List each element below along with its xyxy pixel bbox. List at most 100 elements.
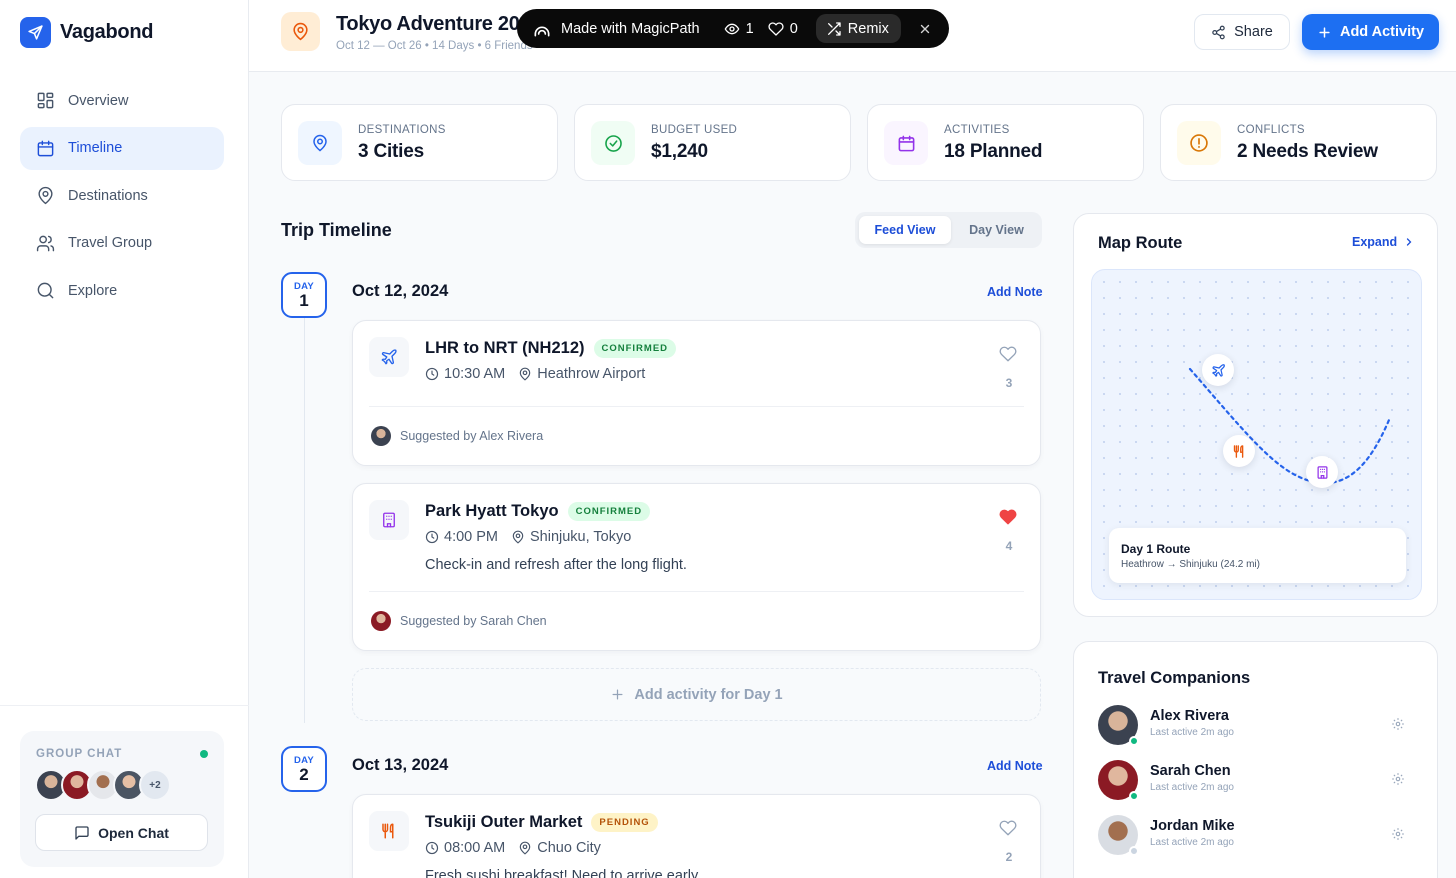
- like-count: 3: [1005, 376, 1013, 390]
- heart-icon: [999, 820, 1017, 836]
- add-activity-day-button[interactable]: Add activity for Day 1: [352, 668, 1041, 721]
- divider: [369, 591, 1024, 592]
- page-title: Tokyo Adventure 2024: [336, 13, 542, 35]
- companion-last-active: Last active 2m ago: [1150, 727, 1234, 738]
- activity-time: 4:00 PM: [444, 529, 498, 545]
- status-badge: CONFIRMED: [567, 502, 651, 521]
- like-count-value: 0: [789, 20, 798, 37]
- like-button[interactable]: [999, 508, 1019, 526]
- companion-name: Jordan Mike: [1150, 818, 1235, 834]
- companion-last-active: Last active 2m ago: [1150, 837, 1234, 848]
- day-badge: DAY 1: [281, 272, 327, 318]
- building-icon[interactable]: [1306, 456, 1338, 488]
- card-title: Map Route: [1098, 234, 1183, 252]
- add-activity-button[interactable]: Add Activity: [1302, 14, 1439, 50]
- chevron-right-icon: [1407, 238, 1412, 246]
- online-indicator: [200, 750, 208, 758]
- gear-icon[interactable]: [1391, 772, 1405, 786]
- grid-icon: [37, 92, 54, 109]
- route-title: Day 1 Route: [1121, 542, 1191, 556]
- tab-feed-view[interactable]: Feed View: [859, 216, 951, 244]
- expand-button[interactable]: Expand: [1352, 235, 1415, 249]
- divider: [369, 406, 1024, 407]
- activity-title: Tsukiji Outer Market: [425, 813, 583, 831]
- brand[interactable]: Vagabond: [20, 17, 153, 48]
- remix-label: Remix: [847, 20, 889, 37]
- status-badge: CONFIRMED: [593, 339, 677, 358]
- main-nav: Overview Timeline Destinations Travel Gr…: [20, 79, 224, 317]
- view-toggle: Feed View Day View: [855, 212, 1042, 248]
- view-count-value: 1: [745, 20, 754, 37]
- eye-icon: [724, 23, 740, 34]
- gear-icon[interactable]: [1391, 717, 1405, 731]
- stat-value: 2 Needs Review: [1237, 141, 1378, 162]
- activity-card[interactable]: Park Hyatt Tokyo CONFIRMED 4:00 PM Shinj…: [352, 483, 1041, 651]
- activity-time: 10:30 AM: [444, 366, 506, 382]
- shuffle-icon: [827, 21, 841, 36]
- activity-description: Fresh sushi breakfast! Need to arrive ea…: [425, 868, 702, 878]
- close-icon[interactable]: [918, 22, 932, 36]
- nav-item-destinations[interactable]: Destinations: [20, 174, 224, 217]
- add-activity-label: Add Activity: [1339, 24, 1425, 40]
- sidebar: Vagabond Overview Timeline Destinations …: [0, 0, 249, 878]
- avatar: [371, 611, 391, 631]
- share-button[interactable]: Share: [1194, 14, 1290, 50]
- status-indicator: [1129, 736, 1139, 746]
- companion-row[interactable]: Alex Rivera Last active 2m ago: [1098, 704, 1418, 746]
- companion-name: Alex Rivera: [1150, 708, 1229, 724]
- nav-label: Overview: [68, 92, 129, 109]
- nav-item-explore[interactable]: Explore: [20, 269, 224, 312]
- clock-icon: [425, 530, 439, 544]
- nav-item-timeline[interactable]: Timeline: [20, 126, 224, 170]
- made-with-badge[interactable]: Made with MagicPath 1 0 Remix: [517, 9, 949, 48]
- gear-icon[interactable]: [1391, 827, 1405, 841]
- plane-icon: [369, 337, 409, 377]
- suggested-by: Suggested by Sarah Chen: [400, 614, 547, 628]
- avatar: [371, 426, 391, 446]
- remix-button[interactable]: Remix: [815, 14, 901, 43]
- tab-day-view[interactable]: Day View: [955, 216, 1038, 244]
- stat-card-conflicts: CONFLICTS 2 Needs Review: [1160, 104, 1437, 181]
- activity-card[interactable]: Tsukiji Outer Market PENDING 08:00 AM Ch…: [352, 794, 1041, 878]
- add-note-button[interactable]: Add Note: [987, 285, 1043, 299]
- stat-value: $1,240: [651, 141, 708, 162]
- divider: [0, 705, 249, 706]
- send-icon: [20, 17, 51, 48]
- companion-row[interactable]: Sarah Chen Last active 2m ago: [1098, 759, 1418, 801]
- companion-row[interactable]: Jordan Mike Last active 2m ago: [1098, 814, 1418, 856]
- heart-icon: [999, 346, 1017, 362]
- activity-card[interactable]: LHR to NRT (NH212) CONFIRMED 10:30 AM He…: [352, 320, 1041, 466]
- plane-icon[interactable]: [1202, 354, 1234, 386]
- message-square-icon: [75, 825, 89, 840]
- open-chat-button[interactable]: Open Chat: [35, 814, 208, 851]
- day-number: 1: [299, 291, 309, 310]
- search-icon: [37, 282, 54, 299]
- like-button[interactable]: [999, 345, 1019, 363]
- calendar-icon: [884, 121, 928, 165]
- map-pin-icon: [298, 121, 342, 165]
- stat-value: 3 Cities: [358, 141, 424, 162]
- calendar-icon: [37, 140, 54, 156]
- add-activity-day-label: Add activity for Day 1: [634, 686, 783, 703]
- day-number: 2: [299, 765, 309, 784]
- heart-filled-icon: [999, 509, 1017, 525]
- group-chat-label: GROUP CHAT: [36, 748, 123, 760]
- route-map[interactable]: Day 1 Route Heathrow → Shinjuku (24.2 mi…: [1091, 269, 1422, 600]
- suggested-by: Suggested by Alex Rivera: [400, 429, 544, 443]
- stat-label: CONFLICTS: [1237, 124, 1305, 136]
- open-chat-label: Open Chat: [98, 824, 169, 841]
- add-note-button[interactable]: Add Note: [987, 759, 1043, 773]
- clock-icon: [425, 367, 439, 381]
- like-count[interactable]: 0: [768, 21, 798, 37]
- nav-item-overview[interactable]: Overview: [20, 79, 224, 122]
- like-button[interactable]: [999, 819, 1019, 837]
- day-date: Oct 13, 2024: [352, 756, 449, 774]
- status-indicator: [1129, 846, 1139, 856]
- nav-label: Destinations: [68, 187, 148, 204]
- activity-title: LHR to NRT (NH212): [425, 339, 585, 357]
- more-members-count: +2: [139, 769, 171, 801]
- group-avatars[interactable]: +2: [35, 769, 171, 801]
- share-icon: [1212, 25, 1225, 39]
- nav-item-travel-group[interactable]: Travel Group: [20, 222, 224, 265]
- utensils-icon[interactable]: [1223, 435, 1255, 467]
